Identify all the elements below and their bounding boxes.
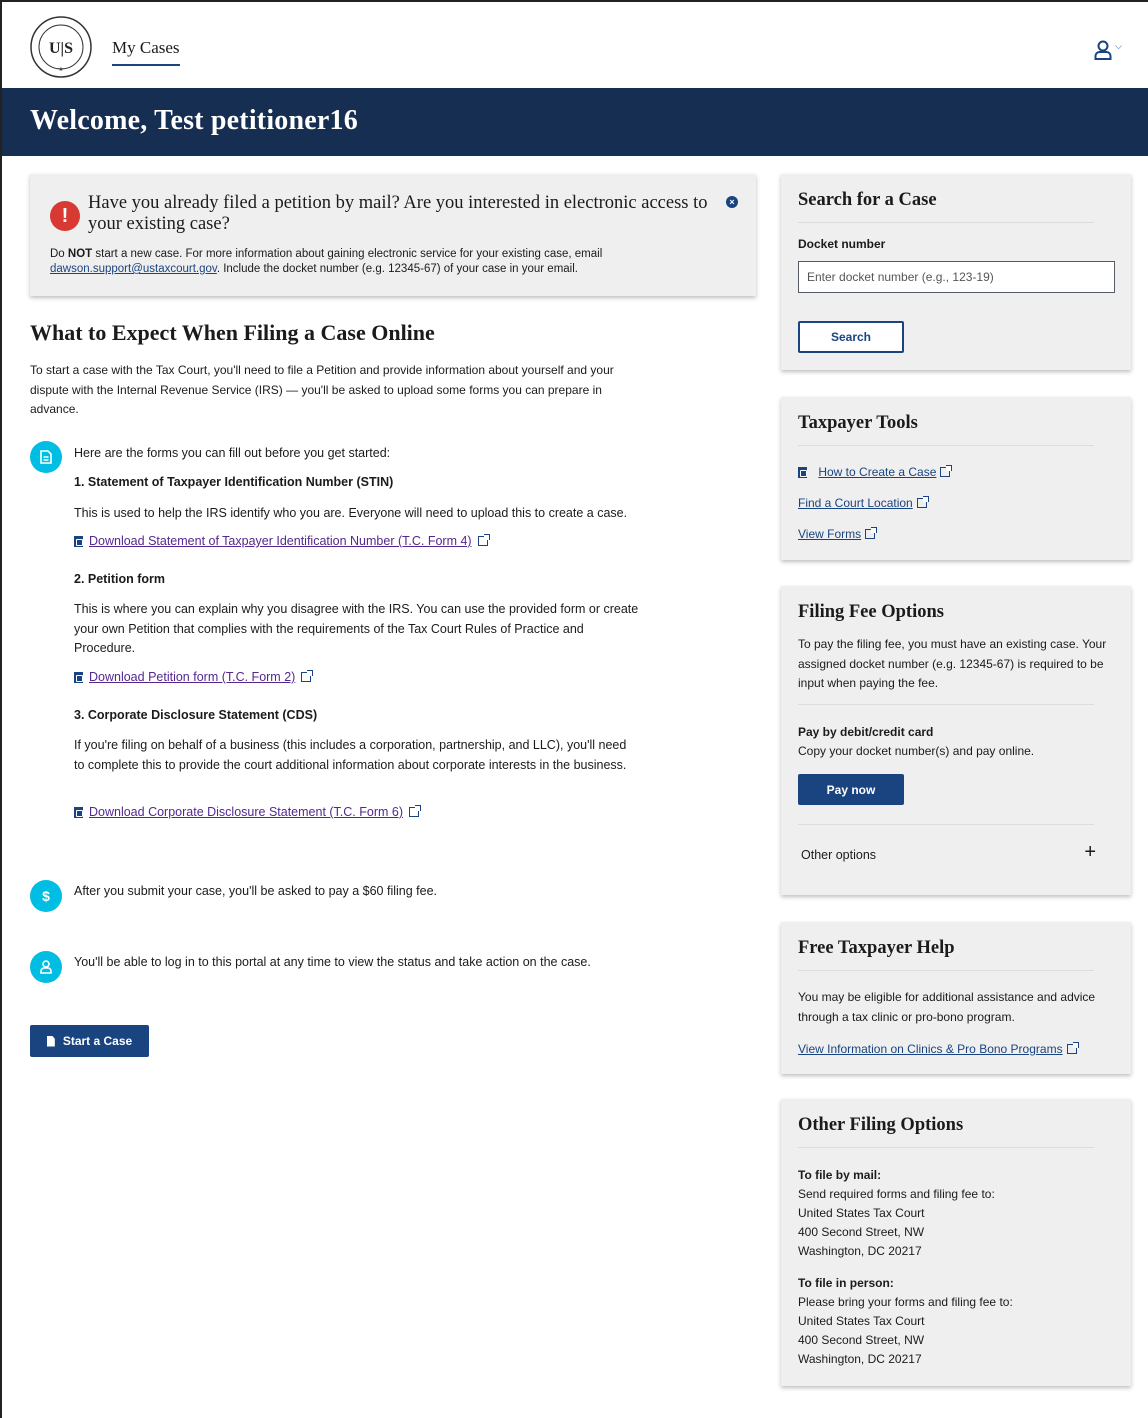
options-card-title: Other Filing Options (798, 1115, 964, 1135)
pdf-icon (74, 806, 83, 818)
free-help-card: Free Taxpayer Help You may be eligible f… (781, 922, 1131, 1074)
view-forms-link[interactable]: View Forms (798, 527, 861, 541)
alert-text-pre: start a new case. For more information a… (92, 248, 603, 260)
download-petition-link[interactable]: Download Petition form (T.C. Form 2) (89, 670, 295, 684)
existing-case-alert: ! Have you already filed a petition by m… (30, 174, 756, 296)
download-cds-link[interactable]: Download Corporate Disclosure Statement … (89, 805, 403, 819)
login-note: You'll be able to log in to this portal … (74, 955, 591, 969)
alert-title: Have you already filed a petition by mai… (88, 193, 708, 234)
plus-icon: + (1084, 841, 1096, 863)
alert-text-not: NOT (67, 248, 93, 260)
support-email-link[interactable]: dawson.support@ustaxcourt.gov (50, 263, 217, 275)
close-icon[interactable]: × (726, 196, 738, 208)
document-icon (30, 441, 62, 473)
form-heading-stin: 1. Statement of Taxpayer Identification … (74, 475, 394, 489)
in-person-line: Washington, DC 20217 (798, 1352, 922, 1366)
docket-number-label: Docket number (798, 237, 886, 251)
help-description: You may be eligible for additional assis… (798, 990, 1096, 1024)
form-heading-petition: 2. Petition form (74, 572, 165, 586)
exclamation-icon: ! (50, 201, 80, 231)
divider (798, 824, 1094, 825)
pay-now-button[interactable]: Pay now (798, 774, 904, 805)
clinics-link-row[interactable]: View Information on Clinics & Pro Bono P… (798, 1042, 1079, 1056)
start-case-button[interactable]: Start a Case (30, 1025, 149, 1057)
tool-link-create-case[interactable]: How to Create a Case (798, 465, 953, 479)
file-icon (46, 1035, 55, 1047)
pdf-icon (74, 671, 83, 683)
alert-body: Do NOT start a new case. For more inform… (50, 247, 730, 277)
in-person-line: Please bring your forms and filing fee t… (798, 1295, 1013, 1309)
external-link-icon (409, 805, 422, 817)
help-card-title: Free Taxpayer Help (798, 938, 955, 958)
divider (798, 445, 1094, 446)
dollar-icon: $ (30, 880, 62, 912)
external-link-icon (301, 670, 314, 682)
how-to-create-case-link[interactable]: How to Create a Case (818, 465, 936, 479)
external-link-icon (1066, 1042, 1079, 1054)
mail-line: 400 Second Street, NW (798, 1225, 925, 1239)
svg-text:★: ★ (58, 66, 63, 73)
user-menu-button[interactable]: ⌵ (1094, 40, 1122, 60)
other-options-label: Other options (801, 848, 877, 862)
mail-line: Send required forms and filing fee to: (798, 1187, 995, 1201)
tools-card-title: Taxpayer Tools (798, 413, 918, 433)
chevron-down-icon: ⌵ (1115, 40, 1122, 51)
court-location-link[interactable]: Find a Court Location (798, 496, 913, 510)
pay-card-description: Copy your docket number(s) and pay onlin… (798, 744, 1035, 758)
external-link-icon (477, 534, 490, 546)
download-stin[interactable]: Download Statement of Taxpayer Identific… (74, 534, 490, 548)
download-petition[interactable]: Download Petition form (T.C. Form 2) (74, 670, 314, 684)
external-link-icon (865, 527, 878, 539)
alert-text-post: . Include the docket number (e.g. 12345-… (216, 263, 578, 275)
nav-my-cases[interactable]: My Cases (112, 38, 180, 66)
tool-link-view-forms[interactable]: View Forms (798, 527, 878, 541)
user-icon (30, 951, 62, 983)
intro-text: To start a case with the Tax Court, you'… (30, 363, 614, 416)
mail-heading: To file by mail: (798, 1168, 882, 1182)
tax-court-seal-logo[interactable]: U|S ★ (30, 16, 92, 78)
external-link-icon (916, 496, 929, 508)
in-person-line: United States Tax Court (798, 1314, 925, 1328)
search-case-card: Search for a Case Docket number Search (781, 174, 1131, 370)
in-person-heading: To file in person: (798, 1276, 894, 1290)
welcome-banner: Welcome, Test petitioner16 (2, 88, 1148, 156)
fee-description: To pay the filing fee, you must have an … (798, 637, 1107, 690)
pdf-icon (74, 535, 83, 547)
search-button[interactable]: Search (798, 321, 904, 353)
forms-intro: Here are the forms you can fill out befo… (74, 446, 391, 460)
external-link-icon (940, 465, 953, 477)
in-person-line: 400 Second Street, NW (798, 1333, 925, 1347)
svg-text:U|S: U|S (49, 40, 73, 57)
form-desc-stin: This is used to help the IRS identify wh… (74, 506, 628, 520)
form-desc-cds: If you're filing on behalf of a business… (74, 738, 627, 772)
divider (798, 1147, 1094, 1148)
page-title: Welcome, Test petitioner16 (30, 105, 358, 136)
fee-note: After you submit your case, you'll be as… (74, 884, 438, 898)
fee-card-title: Filing Fee Options (798, 602, 944, 622)
download-stin-link[interactable]: Download Statement of Taxpayer Identific… (89, 534, 472, 548)
tool-link-court-location[interactable]: Find a Court Location (798, 496, 929, 510)
what-to-expect-heading: What to Expect When Filing a Case Online (30, 320, 435, 345)
pdf-icon (798, 466, 807, 478)
docket-number-input[interactable] (798, 261, 1115, 293)
search-card-title: Search for a Case (798, 190, 937, 210)
user-icon (1094, 40, 1112, 60)
other-options-accordion[interactable]: Other options + (798, 826, 1098, 866)
mail-line: Washington, DC 20217 (798, 1244, 922, 1258)
mail-line: United States Tax Court (798, 1206, 925, 1220)
pay-card-heading: Pay by debit/credit card (798, 725, 934, 739)
taxpayer-tools-card: Taxpayer Tools How to Create a Case Find… (781, 397, 1131, 560)
alert-text-do: Do (50, 248, 68, 260)
form-desc-petition: This is where you can explain why you di… (74, 602, 639, 655)
clinics-link[interactable]: View Information on Clinics & Pro Bono P… (798, 1042, 1063, 1056)
divider (798, 222, 1094, 223)
top-navigation: U|S ★ My Cases ⌵ (2, 2, 1148, 88)
download-cds[interactable]: Download Corporate Disclosure Statement … (74, 805, 422, 819)
start-case-label: Start a Case (62, 1034, 133, 1048)
divider (798, 704, 1094, 705)
divider (798, 970, 1094, 971)
other-filing-options-card: Other Filing Options To file by mail: Se… (781, 1099, 1131, 1386)
form-heading-cds: 3. Corporate Disclosure Statement (CDS) (74, 708, 318, 722)
filing-fee-card: Filing Fee Options To pay the filing fee… (781, 586, 1131, 895)
